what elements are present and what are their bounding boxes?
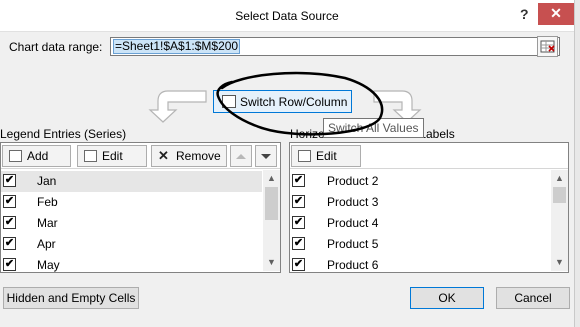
checkbox-icon[interactable]: ✔ bbox=[292, 237, 305, 250]
checkbox-icon[interactable]: ✔ bbox=[292, 258, 305, 271]
scroll-up-icon[interactable]: ▲ bbox=[263, 170, 280, 187]
edit-label: Edit bbox=[102, 149, 123, 163]
help-icon[interactable]: ? bbox=[520, 6, 529, 22]
checkbox-icon[interactable]: ✔ bbox=[292, 216, 305, 229]
switch-arrow-left-icon bbox=[148, 90, 207, 123]
checkbox-icon[interactable]: ✔ bbox=[3, 237, 16, 250]
chart-data-range-value: =Sheet1!$A$1:$M$200 bbox=[113, 39, 241, 54]
axis-label-label: Product 2 bbox=[327, 174, 379, 188]
add-icon bbox=[9, 150, 22, 162]
checkbox-icon[interactable]: ✔ bbox=[3, 195, 16, 208]
axis-label-row[interactable]: ✔ Product 3 bbox=[290, 192, 550, 213]
legend-entry-row[interactable]: ✔ May bbox=[1, 255, 262, 276]
switch-tooltip: Switch All Values bbox=[323, 118, 424, 138]
select-data-source-dialog: Select Data Source ? ✕ Chart data range:… bbox=[0, 0, 580, 327]
legend-entry-label: Apr bbox=[37, 237, 56, 251]
edit-series-button[interactable]: Edit bbox=[77, 145, 147, 167]
switch-icon bbox=[222, 95, 236, 108]
legend-entry-row[interactable]: ✔ Apr bbox=[1, 234, 262, 255]
legend-entry-row[interactable]: ✔ Mar bbox=[1, 213, 262, 234]
checkbox-icon[interactable]: ✔ bbox=[3, 216, 16, 229]
legend-entry-label: Feb bbox=[37, 195, 58, 209]
checkbox-icon[interactable]: ✔ bbox=[292, 195, 305, 208]
legend-scroll-thumb[interactable] bbox=[265, 187, 278, 220]
legend-entries-heading: Legend Entries (Series) bbox=[0, 127, 127, 141]
axis-label-row[interactable]: ✔ Product 5 bbox=[290, 234, 550, 255]
axis-label-label: Product 5 bbox=[327, 237, 379, 251]
background-sheet-edge bbox=[574, 0, 580, 327]
chart-data-range-label: Chart data range: bbox=[9, 40, 103, 54]
scroll-up-icon[interactable]: ▲ bbox=[551, 170, 568, 187]
legend-scrollbar[interactable]: ▲ ▼ bbox=[263, 170, 280, 271]
legend-entry-label: Mar bbox=[37, 216, 58, 230]
legend-entries-panel: Add Edit ✕ Remove ✔ Jan ✔ Feb ✔ Mar ✔ Apr ✔ May ▲… bbox=[0, 142, 281, 273]
axis-label-row[interactable]: ✔ Product 6 bbox=[290, 255, 550, 276]
checkbox-icon[interactable]: ✔ bbox=[3, 258, 16, 271]
axis-label-row[interactable]: ✔ Product 4 bbox=[290, 213, 550, 234]
range-picker-icon[interactable] bbox=[537, 36, 558, 57]
edit-label: Edit bbox=[316, 149, 337, 163]
axis-label-label: Product 6 bbox=[327, 258, 379, 272]
legend-toolbar: Add Edit ✕ Remove bbox=[1, 143, 280, 169]
axis-label-label: Product 4 bbox=[327, 216, 379, 230]
axis-label-row[interactable]: ✔ Product 2 bbox=[290, 171, 550, 192]
scroll-down-icon[interactable]: ▼ bbox=[263, 254, 280, 271]
add-series-button[interactable]: Add bbox=[2, 145, 71, 167]
cancel-button[interactable]: Cancel bbox=[496, 287, 570, 309]
title-bar: Select Data Source ? ✕ bbox=[0, 0, 574, 32]
edit-icon bbox=[84, 150, 97, 162]
legend-entry-row[interactable]: ✔ Jan bbox=[1, 171, 262, 192]
axis-labels-heading-start: Horizo bbox=[290, 127, 325, 141]
remove-series-button[interactable]: ✕ Remove bbox=[151, 145, 227, 167]
axis-scrollbar[interactable]: ▲ ▼ bbox=[551, 170, 568, 271]
dialog-title: Select Data Source bbox=[235, 9, 339, 23]
edit-icon bbox=[298, 150, 311, 162]
switch-row-column-label: Switch Row/Column bbox=[240, 95, 348, 109]
move-down-icon[interactable] bbox=[255, 145, 277, 167]
checkbox-icon[interactable]: ✔ bbox=[3, 174, 16, 187]
hidden-empty-cells-button[interactable]: Hidden and Empty Cells bbox=[3, 287, 139, 309]
axis-labels-panel: Edit ✔ Product 2 ✔ Product 3 ✔ Product 4 ✔ Prod… bbox=[289, 142, 569, 273]
switch-row-column-button[interactable]: Switch Row/Column bbox=[213, 90, 352, 113]
legend-entry-label: Jan bbox=[37, 174, 57, 188]
close-icon[interactable]: ✕ bbox=[538, 3, 574, 25]
axis-toolbar: Edit bbox=[290, 143, 568, 169]
ok-button[interactable]: OK bbox=[410, 287, 484, 309]
axis-label-label: Product 3 bbox=[327, 195, 379, 209]
legend-entry-label: May bbox=[37, 258, 60, 272]
chart-data-range-input[interactable]: =Sheet1!$A$1:$M$200 bbox=[110, 37, 560, 56]
edit-axis-labels-button[interactable]: Edit bbox=[291, 145, 361, 167]
move-up-icon[interactable] bbox=[230, 145, 252, 167]
remove-label: Remove bbox=[176, 149, 221, 163]
remove-icon: ✕ bbox=[158, 148, 169, 163]
axis-scroll-thumb[interactable] bbox=[553, 187, 566, 203]
checkbox-icon[interactable]: ✔ bbox=[292, 174, 305, 187]
scroll-down-icon[interactable]: ▼ bbox=[551, 254, 568, 271]
legend-entry-row[interactable]: ✔ Feb bbox=[1, 192, 262, 213]
add-label: Add bbox=[27, 149, 49, 163]
